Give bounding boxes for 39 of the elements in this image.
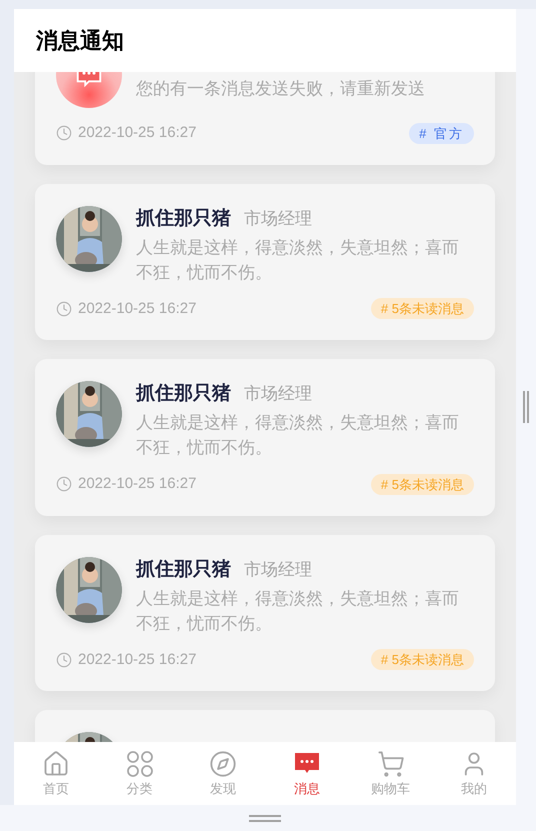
grid-icon — [126, 750, 154, 778]
clock-icon — [56, 300, 72, 317]
message-card[interactable]: 抓住那只猪 市场经理 人生就是这样，得意淡然，失意坦然；喜而不狂，忧而不伤。 2022-10-25 16:27 # 5条未读消息 — [35, 184, 495, 340]
message-tag: # 5条未读消息 — [370, 649, 474, 670]
message-text: 您的有一条消息发送失败，请重新发送 — [136, 78, 425, 100]
tab-item[interactable]: 购物车 — [348, 742, 432, 805]
compass-icon — [209, 750, 238, 778]
clock-icon — [56, 652, 72, 668]
sender-role: 市场经理 — [244, 383, 312, 405]
message-tag: # 官方 — [409, 122, 474, 144]
message-text: 人生就是这样，得意淡然，失意坦然；喜而不狂，忧而不伤。 — [136, 588, 460, 634]
resize-handle-icon — [523, 391, 529, 423]
sender-name: 抓住那只猪 — [136, 206, 231, 230]
sender-role: 市场经理 — [244, 558, 312, 580]
clock-icon — [56, 476, 72, 492]
sender-role: 市场经理 — [244, 208, 312, 230]
tab-item[interactable]: 我的 — [432, 742, 516, 805]
message-time: 2022-10-25 16:27 — [78, 650, 196, 670]
message-card[interactable]: 抓住那只猪 市场经理 人生就是这样，得意淡然，失意坦然；喜而不狂，忧而不伤。 2022-10-25 16:27 # 5条未读消息 — [35, 359, 495, 516]
message-text: 人生就是这样，得意淡然，失意坦然；喜而不狂，忧而不伤。 — [136, 236, 460, 284]
message-time: 2022-10-25 16:27 — [78, 298, 196, 318]
message-card[interactable]: 抓住那只猪 市场经理 人生就是这样，得意淡然，失意坦然；喜而不狂，忧而不伤。 2022-10-25 16:27 # 5条未读消息 — [35, 534, 495, 691]
tab-item[interactable]: 发现 — [181, 742, 266, 805]
message-tag: # 5条未读消息 — [370, 474, 474, 495]
message-time: 2022-10-25 16:27 — [78, 123, 196, 143]
tab-item[interactable]: 首页 — [14, 742, 98, 805]
resize-handle-icon — [248, 814, 280, 822]
message-card[interactable]: 您的有一条消息发送失败，请重新发送 2022-10-25 16:27 # 官方 — [35, 72, 495, 164]
clock-icon — [56, 125, 72, 142]
tab-item[interactable]: 分类 — [98, 742, 182, 805]
tab-item[interactable]: 消息 — [265, 742, 349, 805]
cart-icon — [376, 750, 405, 778]
message-text: 人生就是这样，得意淡然，失意坦然；喜而不狂，忧而不伤。 — [136, 412, 460, 459]
sender-name: 抓住那只猪 — [136, 382, 231, 406]
message-time: 2022-10-25 16:27 — [78, 474, 196, 494]
home-icon — [42, 750, 70, 778]
sender-name: 抓住那只猪 — [136, 558, 231, 582]
message-tag: # 5条未读消息 — [370, 298, 474, 320]
page-title: 消息通知 — [36, 27, 124, 55]
